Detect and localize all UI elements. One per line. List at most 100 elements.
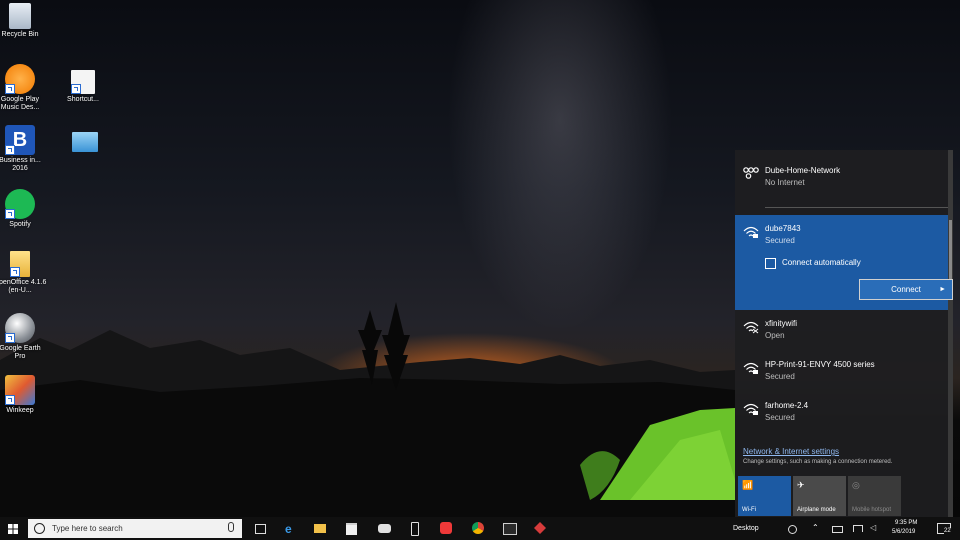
hotspot-icon: ◎ [852, 480, 860, 490]
search-placeholder: Type here to search [52, 524, 123, 533]
desktop-icon-google-play-music[interactable]: Google Play Music Des... [0, 64, 47, 112]
network-name: xfinitywifi [765, 319, 798, 328]
phone-icon [411, 522, 419, 536]
desktop-icon-label: Google Earth Pro [0, 345, 41, 360]
edge-icon: e [285, 522, 292, 536]
network-status: No Internet [765, 178, 805, 187]
tray-network[interactable] [850, 517, 864, 540]
desktop-icon-label: OpenOffice 4.1.6 (en-U... [0, 279, 47, 294]
desktop-icon-shortcut[interactable]: Shortcut... [56, 70, 110, 104]
show-hidden-icons-chevron[interactable]: ⌃ [812, 523, 819, 532]
network-flyout: Dube-Home-Network No Internet dube7843 S… [735, 150, 953, 517]
ethernet-network-icon [743, 167, 759, 179]
clock-time[interactable]: 9:35 PM [895, 520, 917, 526]
chrome-icon [472, 522, 484, 534]
desktop-icon-folder-image[interactable] [58, 132, 112, 154]
taskbar-phone[interactable] [406, 517, 424, 540]
network-tray-icon [853, 525, 863, 532]
network-internet-settings-link[interactable]: Network & Internet settings [743, 447, 839, 456]
shortcut-arrow-icon [5, 395, 15, 405]
cortana-icon [34, 523, 45, 534]
network-item-farhome[interactable]: farhome-2.4 Secured [735, 396, 948, 436]
desktop-icon-label: Winkeep [6, 407, 34, 414]
desktop-icon-google-earth[interactable]: Google Earth Pro [0, 313, 47, 361]
taskbar-app[interactable] [530, 517, 550, 540]
wifi-secured-icon [743, 403, 759, 415]
mobile-hotspot-tile[interactable]: ◎ Mobile hotspot [848, 476, 901, 516]
divider [765, 207, 948, 208]
network-status: Secured [765, 413, 795, 422]
start-button[interactable] [0, 517, 26, 540]
desktop-icon-recycle-bin[interactable]: Recycle Bin [0, 3, 47, 39]
store-icon [346, 523, 357, 535]
google-earth-icon [5, 313, 35, 343]
action-center-button[interactable]: 22 [934, 517, 956, 540]
openoffice-icon [10, 251, 30, 277]
google-play-music-icon [5, 64, 35, 94]
taskbar-store[interactable] [342, 517, 362, 540]
flyout-scrollbar[interactable] [948, 150, 953, 517]
shortcut-arrow-icon [5, 333, 15, 343]
clock-date[interactable]: 5/6/2019 [892, 529, 915, 535]
taskbar: Type here to search e Desktop ⌃ ◁ 9:35 P… [0, 517, 960, 540]
tile-label: Airplane mode [797, 507, 836, 513]
people-icon [378, 524, 391, 533]
connect-automatically-label: Connect automatically [782, 258, 861, 267]
network-name: HP-Print-91-ENVY 4500 series [765, 360, 875, 369]
connect-button-label: Connect [891, 285, 921, 294]
windows-logo-icon [8, 524, 18, 534]
wifi-toggle-tile[interactable]: 📶 Wi-Fi [738, 476, 791, 516]
shortcut-arrow-icon [5, 145, 15, 155]
connect-button[interactable]: Connect ► [859, 279, 953, 300]
image-file-icon [72, 132, 98, 152]
desktop-icon-business[interactable]: B Business in... 2016 [0, 125, 47, 173]
desktop-icon-label: Google Play Music Des... [0, 96, 40, 111]
airplane-mode-tile[interactable]: ✈ Airplane mode [793, 476, 846, 516]
tray-battery[interactable] [830, 517, 844, 540]
shortcut-icon [71, 70, 95, 94]
scrollbar-thumb[interactable] [949, 220, 952, 280]
desktop-icon-winkeep[interactable]: Winkeep [0, 375, 47, 415]
taskbar-search-box[interactable]: Type here to search [28, 519, 242, 538]
taskbar-chrome[interactable] [468, 517, 488, 540]
network-item-xfinitywifi[interactable]: xfinitywifi Open [735, 314, 948, 354]
shortcut-arrow-icon [10, 267, 20, 277]
desktop-icon-spotify[interactable]: Spotify [0, 189, 47, 229]
task-view-button[interactable] [250, 517, 270, 540]
network-name: dube7843 [765, 224, 801, 233]
tray-volume[interactable]: ◁ [868, 517, 882, 540]
app-icon [534, 522, 546, 534]
wifi-icon: 📶 [742, 480, 754, 490]
spotify-icon [5, 189, 35, 219]
desktop-toolbar-label[interactable]: Desktop [733, 525, 759, 532]
network-name: farhome-2.4 [765, 401, 809, 410]
network-status: Open [765, 331, 785, 340]
desktop-icon-label: Shortcut... [67, 96, 99, 103]
desktop-icon-label: Spotify [9, 221, 31, 228]
tray-people[interactable] [785, 517, 799, 540]
battery-icon [832, 526, 843, 533]
desktop-icon-label: Business in... 2016 [0, 157, 41, 172]
tile-label: Mobile hotspot [852, 507, 892, 513]
microphone-icon[interactable] [228, 522, 234, 532]
taskbar-people[interactable] [374, 517, 396, 540]
network-settings-description: Change settings, such as making a connec… [743, 459, 893, 465]
wifi-secured-icon [743, 226, 759, 238]
notification-count: 22 [944, 528, 951, 534]
network-item-connected[interactable]: Dube-Home-Network No Internet [735, 160, 948, 210]
connect-automatically-checkbox[interactable] [765, 258, 776, 269]
taskbar-terminal[interactable] [499, 517, 519, 540]
recycle-bin-icon [9, 3, 31, 29]
wifi-open-icon [743, 321, 759, 334]
taskbar-edge[interactable]: e [281, 517, 301, 540]
network-item-hp-print[interactable]: HP-Print-91-ENVY 4500 series Secured [735, 355, 948, 395]
tile-label: Wi-Fi [742, 507, 756, 513]
shortcut-arrow-icon [5, 84, 15, 94]
taskbar-file-explorer[interactable] [310, 517, 330, 540]
network-item-selected[interactable]: dube7843 Secured Connect automatically C… [735, 215, 953, 310]
network-name: Dube-Home-Network [765, 166, 841, 175]
volume-icon: ◁ [870, 523, 877, 532]
taskbar-vivaldi[interactable] [436, 517, 456, 540]
shortcut-arrow-icon [71, 84, 81, 94]
desktop-icon-openoffice[interactable]: OpenOffice 4.1.6 (en-U... [0, 251, 47, 295]
